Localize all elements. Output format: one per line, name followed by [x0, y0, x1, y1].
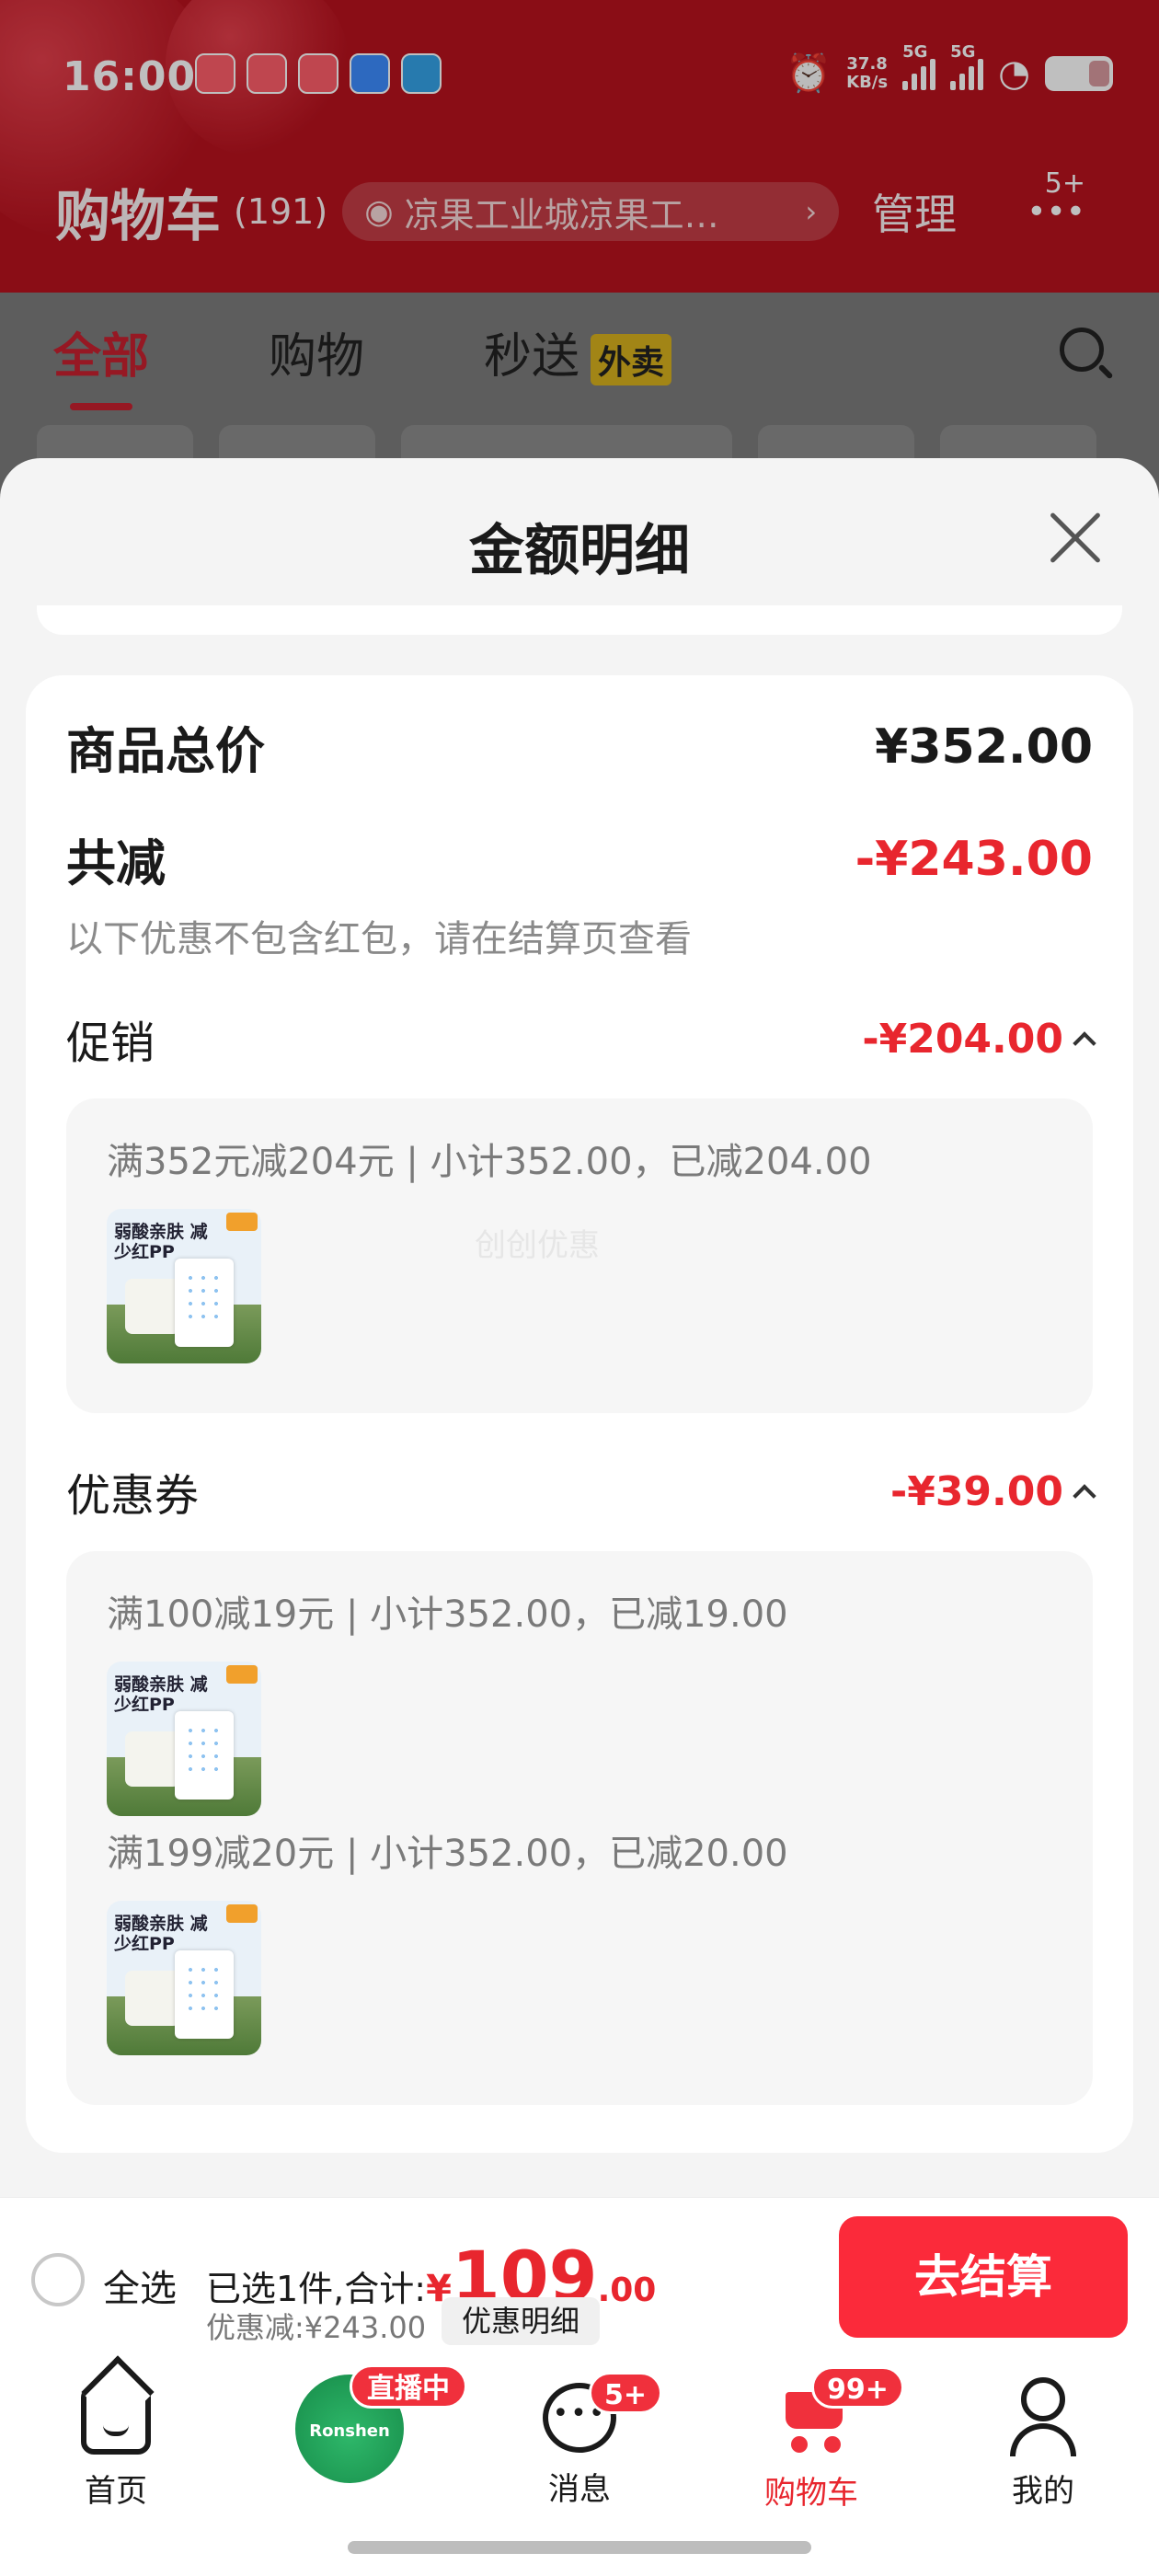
select-all-checkbox[interactable] — [31, 2253, 85, 2306]
nav-me[interactable]: 我的 — [951, 2374, 1135, 2511]
total-amount-dec: .00 — [597, 2271, 657, 2309]
nav-me-label: 我的 — [1012, 2473, 1074, 2510]
discount-detail-button[interactable]: 优惠明细 — [442, 2297, 601, 2345]
total-row: 商品总价 ¥352.00 — [66, 710, 1093, 783]
total-label: 商品总价 — [66, 722, 265, 780]
select-all-label[interactable]: 全选 — [103, 2259, 177, 2312]
nav-cart[interactable]: 购物车 99+ — [719, 2366, 904, 2513]
home-indicator[interactable] — [348, 2541, 811, 2554]
nav-home-label: 首页 — [85, 2473, 147, 2510]
reduce-label: 共减 — [66, 834, 166, 892]
promo-line: 满352元减204元 | 小计352.00，已减204.00 — [107, 1141, 872, 1183]
selected-prefix: 已选1件,合计: — [206, 2269, 427, 2309]
amount-card: 商品总价 ¥352.00 共减 -¥243.00 以下优惠不包含红包，请在结算页… — [26, 675, 1133, 2153]
promo-value: -¥204.00 — [862, 1015, 1063, 1063]
nav-messages-label: 消息 — [548, 2471, 611, 2508]
checkout-bar: 全选 已选1件,合计: ¥ 109 .00 优惠减:¥243.00 优惠明细 去… — [0, 2197, 1159, 2355]
checkout-button[interactable]: 去结算 — [839, 2216, 1128, 2338]
nav-home[interactable]: 首页 — [24, 2374, 208, 2511]
total-value: ¥352.00 — [875, 719, 1093, 775]
product-thumbnail[interactable]: 弱酸亲肤 减少红PP — [107, 1901, 261, 2055]
coupon-line: 满199减20元 | 小计352.00，已减20.00 — [107, 1833, 788, 1875]
nav-cart-label: 购物车 — [764, 2475, 858, 2512]
reduce-note: 以下优惠不包含红包，请在结算页查看 — [66, 918, 692, 960]
coupon-line: 满100减19元 | 小计352.00，已减19.00 — [107, 1593, 788, 1636]
reduce-value: -¥243.00 — [855, 831, 1093, 887]
watermark: 创创优惠 — [475, 1227, 600, 1264]
chevron-up-icon — [1073, 1484, 1096, 1508]
coupon-value: -¥39.00 — [889, 1467, 1063, 1515]
amount-detail-sheet: 金额明细 商品总价 ¥352.00 共减 -¥243.00 以下优惠不包含红包，… — [0, 458, 1159, 2197]
chevron-up-icon — [1073, 1031, 1096, 1055]
live-brand: Ronshen — [309, 2421, 390, 2441]
live-badge: 直播中 — [350, 2364, 467, 2409]
close-icon[interactable] — [1047, 510, 1104, 567]
thumb-text: 弱酸亲肤 减少红PP — [114, 1674, 208, 1715]
card-edge — [37, 605, 1122, 635]
thumb-text: 弱酸亲肤 减少红PP — [114, 1914, 208, 1954]
promo-row[interactable]: 促销 -¥204.00 — [66, 1006, 1096, 1071]
thumb-text: 弱酸亲肤 减少红PP — [114, 1222, 208, 1262]
promo-label: 促销 — [66, 1018, 155, 1069]
reduce-row: 共减 -¥243.00 — [66, 822, 1093, 895]
messages-badge: 5+ — [589, 2372, 663, 2414]
product-thumbnail[interactable]: 弱酸亲肤 减少红PP — [107, 1209, 261, 1363]
coupon-detail-box: 满100减19元 | 小计352.00，已减19.00 弱酸亲肤 减少红PP 满… — [66, 1551, 1093, 2105]
home-icon — [81, 2386, 151, 2455]
discount-text: 优惠减:¥243.00 — [206, 2310, 427, 2345]
nav-messages[interactable]: 消息 5+ — [488, 2372, 671, 2509]
coupon-row[interactable]: 优惠券 -¥39.00 — [66, 1459, 1096, 1524]
cart-badge: 99+ — [811, 2366, 904, 2409]
user-icon — [1004, 2377, 1082, 2456]
sheet-title: 金额明细 — [469, 519, 690, 583]
coupon-label: 优惠券 — [66, 1470, 200, 1522]
product-thumbnail[interactable]: 弱酸亲肤 减少红PP — [107, 1662, 261, 1816]
